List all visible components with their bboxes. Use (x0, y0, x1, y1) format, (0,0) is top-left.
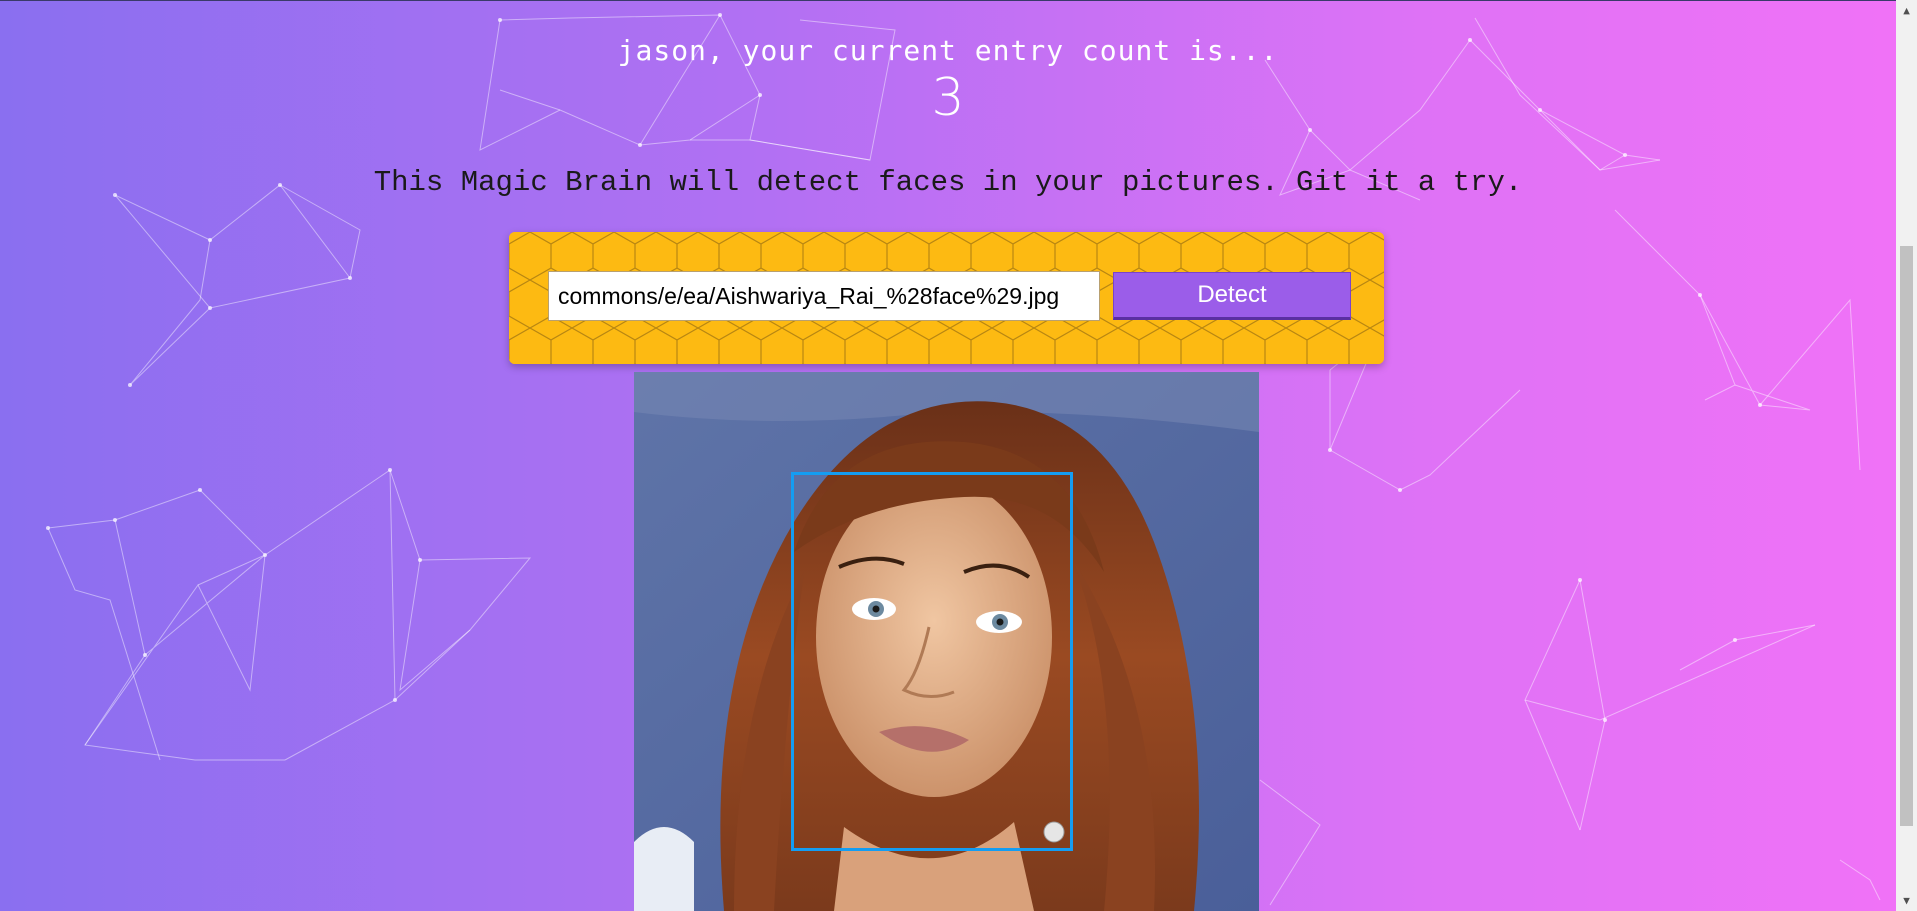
chevron-up-icon[interactable]: ▲ (1896, 0, 1917, 21)
intro-tagline: This Magic Brain will detect faces in yo… (373, 166, 1523, 199)
image-url-input[interactable] (548, 271, 1100, 321)
main-content: jason, your current entry count is... 3 … (0, 0, 1896, 911)
vertical-scrollbar[interactable]: ▲ ▼ (1896, 0, 1917, 911)
chevron-down-icon[interactable]: ▼ (1896, 890, 1917, 911)
face-bounding-box (791, 472, 1073, 851)
image-url-form: Detect (509, 232, 1384, 364)
detect-button[interactable]: Detect (1113, 272, 1351, 320)
entry-greeting: jason, your current entry count is... (617, 34, 1279, 67)
entry-count: 3 (931, 68, 965, 128)
scrollbar-thumb[interactable] (1900, 246, 1913, 826)
